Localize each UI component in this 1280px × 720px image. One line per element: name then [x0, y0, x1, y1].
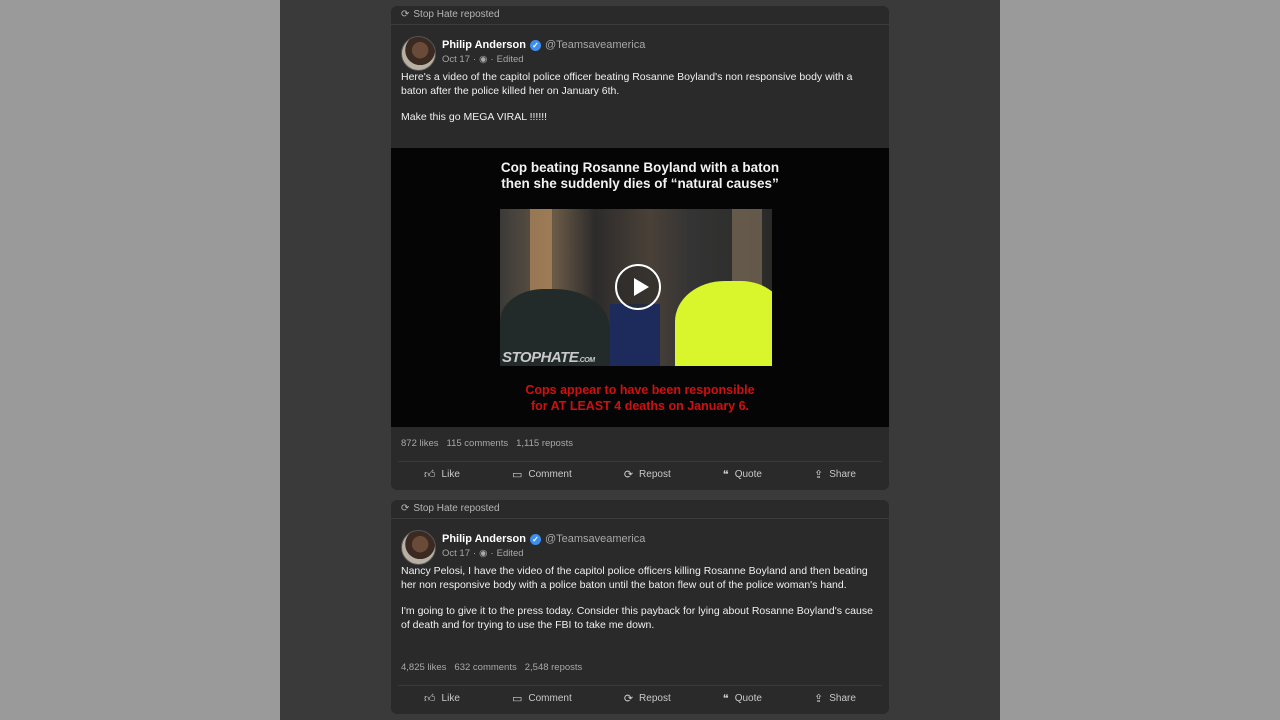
video-caption-line: for AT LEAST 4 deaths on January 6.	[530, 399, 750, 413]
separator-dot: ·	[490, 548, 494, 559]
action-bar: 👍︎ Like ▭ Comment ⟳ Repost ❝ Quote ⇪ Sha…	[398, 461, 882, 486]
feed-column: ⟳ Stop Hate reposted Philip Anderson ✓ @…	[280, 0, 1000, 720]
share-label: Share	[829, 468, 856, 480]
video-title: Cop beating Rosanne Boyland with a baton…	[391, 160, 889, 192]
quote-label: Quote	[734, 468, 762, 480]
reposts-count[interactable]: 2,548 reposts	[525, 662, 583, 673]
post-paragraph: Make this go MEGA VIRAL !!!!!!	[401, 111, 548, 123]
edited-label[interactable]: Edited	[497, 54, 524, 65]
repost-label: Stop Hate reposted	[413, 503, 500, 514]
share-icon: ⇪	[814, 692, 824, 705]
video-title-line: Cop beating Rosanne Boyland with a baton	[500, 160, 780, 175]
comment-label: Comment	[528, 692, 572, 704]
repost-indicator: ⟳ Stop Hate reposted	[391, 6, 889, 25]
quote-icon: ❝	[722, 692, 729, 705]
repost-indicator: ⟳ Stop Hate reposted	[391, 500, 889, 519]
post-paragraph: Here's a video of the capitol police off…	[401, 71, 853, 97]
audience-icon: ◉	[479, 54, 488, 65]
post-header: Philip Anderson ✓ @Teamsaveamerica Oct 1…	[391, 25, 889, 71]
quote-label: Quote	[734, 692, 762, 704]
repost-label: Repost	[639, 468, 671, 480]
repost-icon: ⟳	[401, 503, 410, 514]
quote-button[interactable]: ❝ Quote	[715, 690, 770, 707]
post-paragraph: Nancy Pelosi, I have the video of the ca…	[401, 565, 868, 591]
comments-count[interactable]: 632 comments	[454, 662, 516, 673]
avatar[interactable]	[401, 530, 436, 565]
thumbs-up-icon: 👍︎	[424, 692, 436, 705]
comment-button[interactable]: ▭ Comment	[504, 466, 580, 483]
post-date[interactable]: Oct 17	[442, 548, 470, 559]
post-date[interactable]: Oct 17	[442, 54, 470, 65]
play-icon[interactable]	[615, 264, 661, 310]
comment-icon: ▭	[511, 468, 523, 481]
likes-count[interactable]: 4,825 likes	[401, 662, 446, 673]
repost-icon: ⟳	[623, 468, 634, 481]
share-icon: ⇪	[814, 468, 824, 481]
post-header: Philip Anderson ✓ @Teamsaveamerica Oct 1…	[391, 519, 889, 565]
video-title-line: then she suddenly dies of “natural cause…	[501, 176, 779, 191]
post-card: ⟳ Stop Hate reposted Philip Anderson ✓ @…	[391, 6, 889, 490]
like-button[interactable]: 👍︎ Like	[416, 466, 468, 483]
repost-icon: ⟳	[401, 9, 410, 20]
watermark-logo: STOPHATE.COM	[502, 349, 595, 366]
comment-button[interactable]: ▭ Comment	[504, 690, 580, 707]
separator-dot: ·	[490, 54, 494, 65]
share-label: Share	[829, 692, 856, 704]
share-button[interactable]: ⇪ Share	[806, 466, 864, 483]
likes-count[interactable]: 872 likes	[401, 438, 439, 449]
comment-label: Comment	[528, 468, 572, 480]
repost-icon: ⟳	[623, 692, 634, 705]
audience-icon: ◉	[479, 548, 488, 559]
video-caption: Cops appear to have been responsible for…	[391, 382, 889, 414]
quote-icon: ❝	[722, 468, 729, 481]
post-card: ⟳ Stop Hate reposted Philip Anderson ✓ @…	[391, 500, 889, 714]
video-player[interactable]: Cop beating Rosanne Boyland with a baton…	[391, 148, 889, 427]
share-button[interactable]: ⇪ Share	[806, 690, 864, 707]
like-label: Like	[441, 468, 460, 480]
repost-button[interactable]: ⟳ Repost	[616, 690, 679, 707]
author-handle[interactable]: @Teamsaveamerica	[545, 39, 645, 51]
thumbs-up-icon: 👍︎	[424, 468, 436, 481]
post-paragraph: I'm going to give it to the press today.…	[401, 605, 873, 631]
post-body: Here's a video of the capitol police off…	[391, 71, 889, 125]
avatar[interactable]	[401, 36, 436, 71]
comment-icon: ▭	[511, 692, 523, 705]
comments-count[interactable]: 115 comments	[447, 438, 509, 449]
author-handle[interactable]: @Teamsaveamerica	[545, 533, 645, 545]
verified-badge-icon: ✓	[529, 533, 541, 545]
reposts-count[interactable]: 1,115 reposts	[516, 438, 573, 449]
like-label: Like	[441, 692, 460, 704]
edited-label[interactable]: Edited	[497, 548, 524, 559]
post-stats: 4,825 likes 632 comments 2,548 reposts	[391, 662, 582, 673]
action-bar: 👍︎ Like ▭ Comment ⟳ Repost ❝ Quote ⇪ Sha…	[398, 685, 882, 710]
author-name[interactable]: Philip Anderson	[442, 533, 526, 545]
like-button[interactable]: 👍︎ Like	[416, 690, 468, 707]
video-caption-line: Cops appear to have been responsible	[525, 383, 755, 397]
repost-label: Stop Hate reposted	[413, 9, 500, 20]
repost-button[interactable]: ⟳ Repost	[616, 466, 679, 483]
separator-dot: ·	[473, 548, 477, 559]
post-body: Nancy Pelosi, I have the video of the ca…	[391, 565, 889, 632]
post-stats: 872 likes 115 comments 1,115 reposts	[391, 438, 573, 449]
separator-dot: ·	[473, 54, 477, 65]
verified-badge-icon: ✓	[529, 39, 541, 51]
repost-label: Repost	[639, 692, 671, 704]
author-name[interactable]: Philip Anderson	[442, 39, 526, 51]
quote-button[interactable]: ❝ Quote	[715, 466, 770, 483]
